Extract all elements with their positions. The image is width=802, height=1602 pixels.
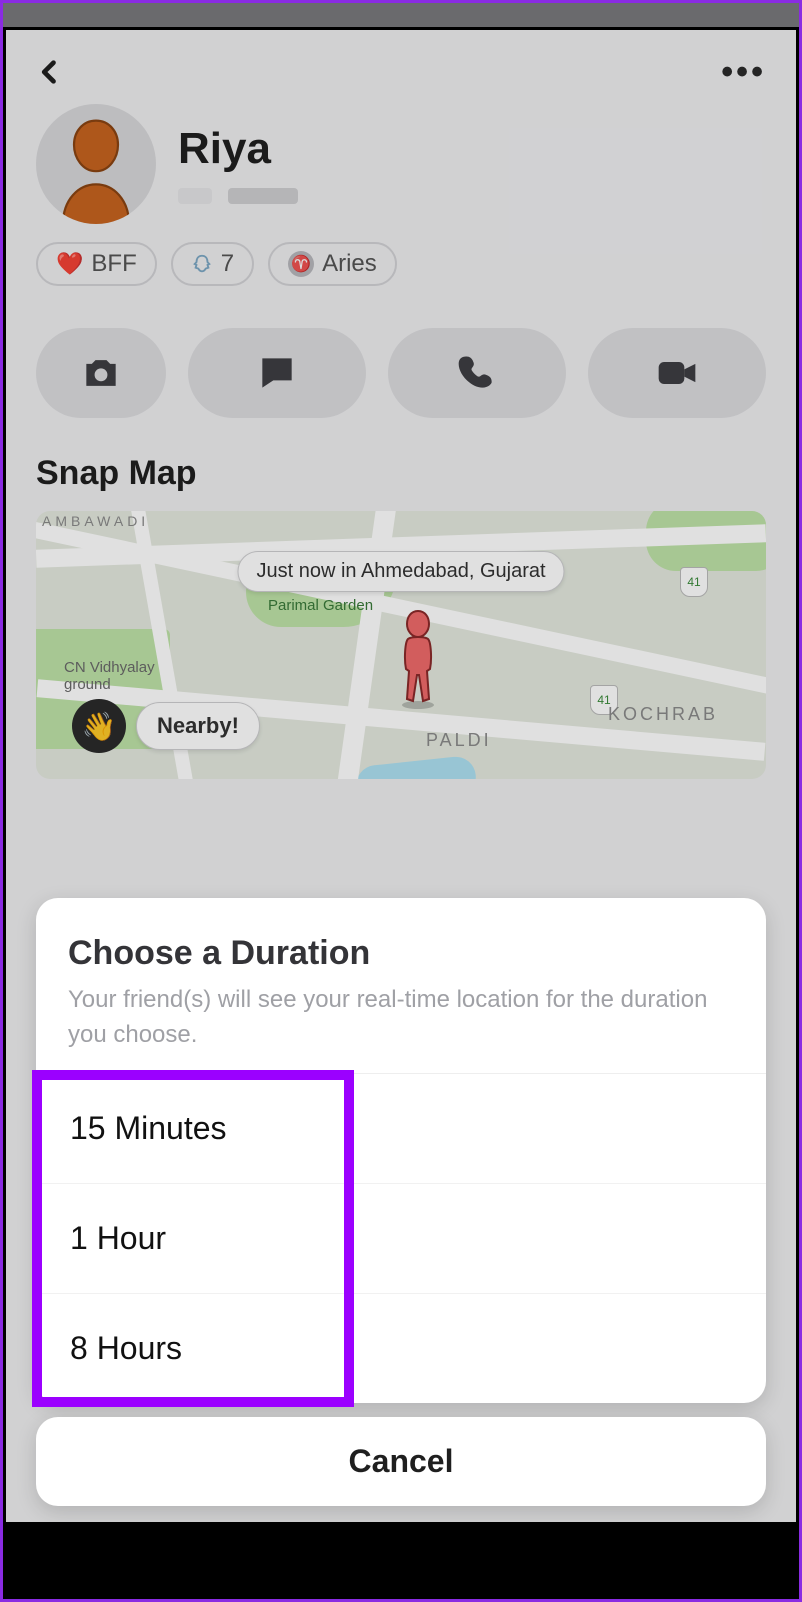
username-placeholder: [178, 188, 298, 204]
streak-count: 7: [221, 250, 234, 278]
bottom-bar: [6, 1522, 796, 1596]
person-icon: [51, 114, 141, 224]
heart-icon: ❤️: [56, 251, 83, 277]
cancel-button[interactable]: Cancel: [36, 1417, 766, 1506]
sheet-title: Choose a Duration: [68, 934, 734, 973]
duration-option-1h[interactable]: 1 Hour: [36, 1183, 766, 1293]
district-label: PALDI: [426, 730, 492, 751]
app-screen: ••• Riya ❤️ BFF: [6, 30, 796, 1522]
bitmoji-marker[interactable]: [396, 609, 440, 714]
back-button[interactable]: [36, 58, 64, 86]
more-button[interactable]: •••: [721, 67, 766, 77]
chat-icon: [255, 351, 299, 395]
aries-icon: ♈: [288, 251, 314, 277]
bff-label: BFF: [91, 250, 136, 278]
camera-icon: [79, 351, 123, 395]
wave-icon: 👋: [72, 699, 126, 753]
duration-option-8h[interactable]: 8 Hours: [36, 1293, 766, 1403]
bff-badge[interactable]: ❤️ BFF: [36, 242, 157, 286]
duration-options: 15 Minutes 1 Hour 8 Hours: [36, 1073, 766, 1403]
snap-map-title: Snap Map: [6, 448, 796, 511]
nearby-chip[interactable]: 👋 Nearby!: [72, 699, 260, 753]
ghost-icon: [191, 253, 213, 275]
nearby-label: Nearby!: [136, 702, 260, 750]
location-pill: Just now in Ahmedabad, Gujarat: [237, 551, 564, 592]
video-button[interactable]: [588, 328, 766, 418]
avatar[interactable]: [36, 104, 156, 224]
duration-sheet: Choose a Duration Your friend(s) will se…: [36, 898, 766, 1506]
sheet-subtitle: Your friend(s) will see your real-time l…: [68, 983, 734, 1053]
duration-option-15m[interactable]: 15 Minutes: [36, 1074, 766, 1183]
chat-button[interactable]: [188, 328, 366, 418]
top-bar: •••: [6, 30, 796, 96]
park-label: Parimal Garden: [268, 597, 373, 614]
action-row: [6, 304, 796, 448]
district-label: KOCHRAB: [608, 704, 718, 725]
school-label: CN Vidhyalay ground: [64, 659, 174, 693]
phone-icon: [455, 351, 499, 395]
zodiac-badge[interactable]: ♈ Aries: [268, 242, 397, 286]
route-shield: 41: [680, 567, 708, 597]
streak-badge[interactable]: 7: [171, 242, 254, 286]
profile-section: Riya ❤️ BFF 7 ♈ Aries: [6, 96, 796, 304]
map-area-label: AMBAWADI: [42, 513, 149, 529]
status-bar: [3, 3, 799, 27]
chevron-left-icon: [36, 58, 64, 86]
zodiac-label: Aries: [322, 250, 377, 278]
snap-map[interactable]: AMBAWADI Just now in Ahmedabad, Gujarat …: [36, 511, 766, 779]
badge-row: ❤️ BFF 7 ♈ Aries: [36, 242, 766, 286]
camera-button[interactable]: [36, 328, 166, 418]
video-icon: [655, 351, 699, 395]
profile-name: Riya: [178, 124, 298, 174]
call-button[interactable]: [388, 328, 566, 418]
more-icon: •••: [721, 53, 766, 91]
